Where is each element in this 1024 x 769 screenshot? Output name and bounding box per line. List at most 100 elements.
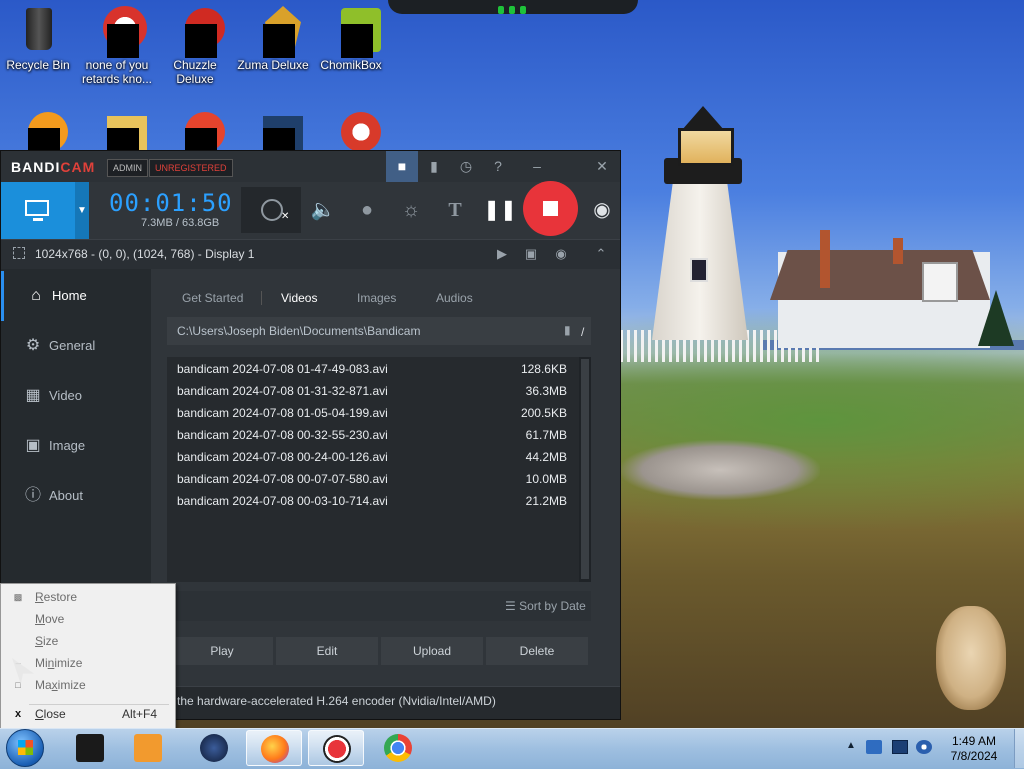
indicator-dot — [520, 6, 526, 14]
show-desktop-button[interactable] — [1014, 729, 1024, 768]
edit-button[interactable]: Edit — [276, 637, 378, 665]
minimize-button[interactable]: – — [521, 151, 553, 182]
sidebar-item-label: Home — [52, 288, 87, 303]
desktop-icon-zuma-deluxe[interactable]: Zuma Deluxe — [235, 6, 311, 72]
microphone-icon: ● — [360, 199, 374, 221]
list-item[interactable]: bandicam 2024-07-08 00-07-07-580.avi 10.… — [177, 468, 567, 490]
list-item[interactable]: bandicam 2024-07-08 01-05-04-199.avi 200… — [177, 402, 567, 424]
desktop-icon-label: Zuma Deluxe — [237, 58, 309, 72]
logo-part2: CAM — [60, 159, 96, 175]
taskbar-firefox[interactable] — [246, 730, 302, 766]
list-item[interactable]: bandicam 2024-07-08 01-47-49-083.avi 128… — [177, 358, 567, 380]
chomikbox-icon — [327, 6, 381, 58]
broadcast-icon[interactable]: ◉ — [550, 243, 572, 265]
history-button[interactable]: ◷ — [450, 151, 482, 182]
text-overlay-button[interactable]: T — [437, 187, 473, 233]
scrollbar-thumb[interactable] — [581, 359, 589, 579]
sort-by-date-button[interactable]: ☰ Sort by Date — [505, 599, 586, 613]
list-item[interactable]: bandicam 2024-07-08 00-03-10-714.avi 21.… — [177, 490, 567, 512]
footer-message[interactable]: the hardware-accelerated H.264 encoder (… — [177, 694, 496, 708]
open-folder-icon[interactable]: ▮ — [564, 323, 571, 337]
tab-videos[interactable]: Videos — [281, 291, 317, 305]
tray-app-icon[interactable] — [866, 740, 882, 754]
sort-label: Sort by Date — [519, 599, 586, 613]
chevron-down-icon: ▼ — [77, 205, 87, 216]
file-size: 61.7MB — [525, 428, 567, 442]
sidebar-item-home[interactable]: ⌂ Home — [1, 271, 154, 321]
show-hidden-icons-chevron-icon[interactable]: ▲ — [846, 740, 856, 751]
admin-badge: ADMIN — [107, 159, 148, 177]
folder-icon: ▮ — [430, 158, 438, 174]
chrome-icon — [384, 734, 412, 762]
chevron-up-icon[interactable]: ⌃ — [590, 243, 612, 265]
menu-item-close[interactable]: Close Alt+F4 — [35, 703, 165, 725]
mouse-effect-button[interactable]: ☼ — [393, 187, 429, 233]
app-icon — [93, 6, 147, 58]
volume-icon[interactable] — [916, 740, 932, 754]
lock-button[interactable]: ■ — [386, 151, 418, 182]
tab-get-started[interactable]: Get Started — [182, 291, 243, 305]
taskbar-bandicam[interactable] — [308, 730, 364, 766]
folder-button[interactable]: ▮ — [418, 151, 450, 182]
microphone-button[interactable]: ● — [349, 187, 385, 233]
sidebar-item-about[interactable]: ⓘ About — [1, 471, 151, 521]
play-button[interactable]: Play — [171, 637, 273, 665]
upload-button[interactable]: Upload — [381, 637, 483, 665]
webcam-toggle[interactable]: ✕ — [241, 187, 301, 233]
screen-mode-button[interactable] — [1, 182, 75, 239]
file-name: bandicam 2024-07-08 01-05-04-199.avi — [177, 406, 388, 420]
close-button[interactable]: ✕ — [586, 151, 618, 182]
taskbar-chrome[interactable] — [370, 730, 426, 766]
menu-item-maximize[interactable]: Maximize — [35, 674, 165, 696]
help-button[interactable]: ? — [482, 151, 514, 182]
desktop-icon-chuzzle-deluxe[interactable]: Chuzzle Deluxe — [157, 6, 233, 86]
zuma-icon — [249, 6, 301, 58]
taskbar-app[interactable] — [186, 730, 242, 766]
sidebar-item-label: Video — [49, 388, 83, 403]
speaker-button[interactable]: 🔈 — [305, 187, 341, 233]
cursor-click-icon: ☼ — [401, 199, 421, 221]
menu-item-move[interactable]: Move — [35, 608, 165, 630]
file-size: 10.0MB — [525, 472, 567, 486]
desktop-icon-label: ChomikBox — [320, 58, 382, 72]
wallpaper-dormer — [922, 262, 958, 302]
desktop-icon-recycle-bin[interactable]: Recycle Bin — [0, 6, 76, 72]
taskbar-app[interactable] — [62, 730, 118, 766]
list-item[interactable]: bandicam 2024-07-08 00-32-55-230.avi 61.… — [177, 424, 567, 446]
indicator-dot — [498, 6, 504, 14]
start-button[interactable] — [6, 729, 44, 767]
taskbar-media-player[interactable] — [120, 730, 176, 766]
tab-audios[interactable]: Audios — [436, 291, 473, 305]
selection-box-icon[interactable] — [13, 247, 25, 259]
file-size: 44.2MB — [525, 450, 567, 464]
gopher-desktop-pet[interactable] — [936, 606, 1006, 710]
sidebar-item-video[interactable]: ▦ Video — [1, 371, 151, 421]
list-item[interactable]: bandicam 2024-07-08 00-24-00-126.avi 44.… — [177, 446, 567, 468]
bandicam-record-icon — [323, 735, 351, 763]
video-record-icon[interactable]: ▶ — [491, 243, 513, 265]
desktop-icon-folder[interactable]: none of you retards kno... — [79, 6, 155, 86]
screen-mode-dropdown[interactable]: ▼ — [75, 182, 89, 239]
menu-item-label: ove — [45, 612, 65, 626]
list-item[interactable]: bandicam 2024-07-08 01-31-32-871.avi 36.… — [177, 380, 567, 402]
sidebar-item-image[interactable]: ▣ Image — [1, 421, 151, 471]
stop-record-button[interactable] — [523, 181, 578, 236]
menu-item-label: Mi — [35, 656, 48, 670]
help-icon: ? — [494, 158, 502, 174]
indicator-dot — [509, 6, 515, 14]
menu-item-restore[interactable]: Restore — [35, 586, 165, 608]
unregistered-badge[interactable]: UNREGISTERED — [149, 159, 233, 177]
network-icon[interactable] — [892, 740, 908, 754]
monitor-icon — [25, 200, 49, 216]
tab-images[interactable]: Images — [357, 291, 396, 305]
sidebar-item-general[interactable]: ⚙ General — [1, 321, 151, 371]
pause-button[interactable]: ❚❚ — [482, 187, 518, 233]
delete-button[interactable]: Delete — [486, 637, 588, 665]
menu-item-label: ize — [43, 634, 59, 648]
screenshot-button[interactable]: ◉ — [584, 187, 620, 233]
menu-item-size[interactable]: Size — [35, 630, 165, 652]
menu-item-minimize[interactable]: Minimize — [35, 652, 165, 674]
desktop-icon-chomikbox[interactable]: ChomikBox — [313, 6, 389, 72]
taskbar-clock[interactable]: 1:49 AM 7/8/2024 — [944, 734, 1004, 764]
image-icon[interactable]: ▣ — [520, 243, 542, 265]
